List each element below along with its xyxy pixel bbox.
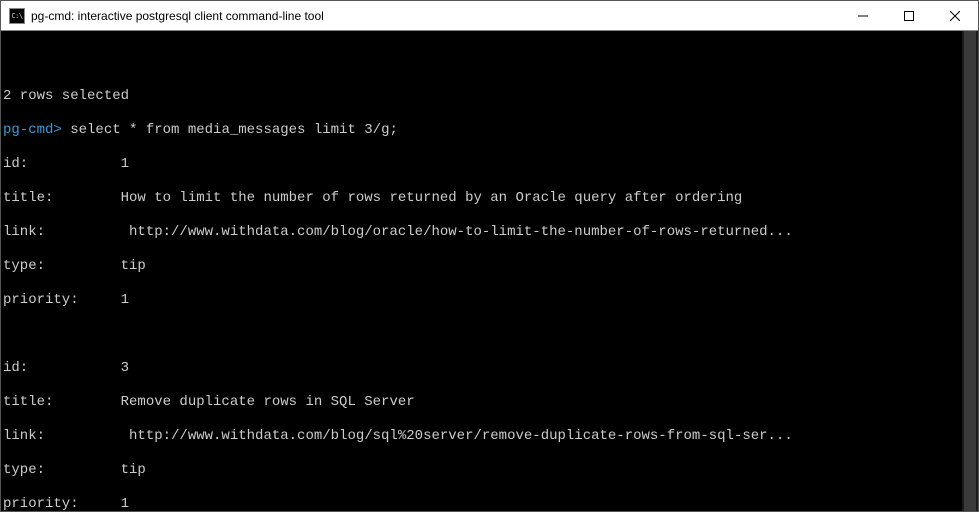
- prompt: pg-cmd>: [3, 122, 62, 138]
- record-field: priority: 1: [3, 292, 976, 309]
- record-field: link: http://www.withdata.com/blog/sql%2…: [3, 428, 976, 445]
- record-field: title: Remove duplicate rows in SQL Serv…: [3, 394, 976, 411]
- blank-line: [3, 326, 976, 343]
- scrollbar-thumb[interactable]: [964, 31, 976, 511]
- close-button[interactable]: [932, 1, 978, 30]
- window-controls: [840, 1, 978, 30]
- blank-line: [3, 54, 976, 71]
- record-field: id: 3: [3, 360, 976, 377]
- scrollbar[interactable]: [962, 31, 978, 511]
- status-line: 2 rows selected: [3, 88, 976, 105]
- window-title: pg-cmd: interactive postgresql client co…: [31, 9, 840, 23]
- app-icon: C:\: [9, 8, 25, 24]
- record-field: type: tip: [3, 258, 976, 275]
- command-line: pg-cmd> select * from media_messages lim…: [3, 122, 976, 139]
- window-titlebar: C:\ pg-cmd: interactive postgresql clien…: [1, 1, 978, 31]
- record-field: type: tip: [3, 462, 976, 479]
- command-text: select * from media_messages limit 3/g;: [62, 122, 398, 138]
- record-field: title: How to limit the number of rows r…: [3, 190, 976, 207]
- minimize-button[interactable]: [840, 1, 886, 30]
- record-field: id: 1: [3, 156, 976, 173]
- record-field: priority: 1: [3, 496, 976, 511]
- maximize-button[interactable]: [886, 1, 932, 30]
- terminal-area[interactable]: 2 rows selected pg-cmd> select * from me…: [1, 31, 978, 511]
- record-field: link: http://www.withdata.com/blog/oracl…: [3, 224, 976, 241]
